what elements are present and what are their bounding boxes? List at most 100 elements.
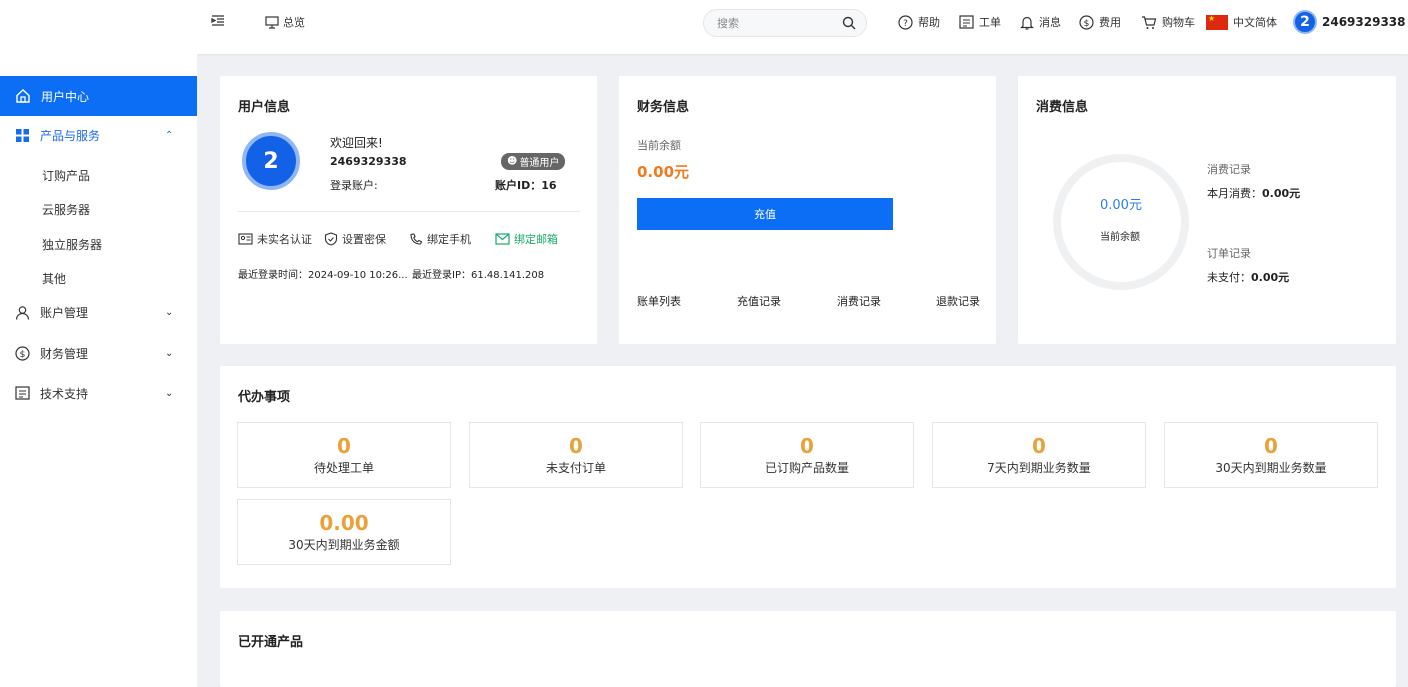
sidebar-subitem-cloud-server[interactable]: 云服务器	[42, 201, 90, 218]
svg-text:$: $	[20, 350, 26, 360]
dollar-icon: $	[15, 345, 30, 361]
login-account-label: 登录账户:	[330, 179, 378, 192]
stat-number: 0	[1032, 433, 1046, 458]
stat-label: 7天内到期业务数量	[987, 460, 1091, 475]
bind-email-link[interactable]: 绑定邮箱	[495, 231, 558, 247]
month-consume-value: 0.00元	[1262, 187, 1301, 200]
recharge-button[interactable]: 充值	[637, 198, 893, 230]
refund-record-link[interactable]: 退款记录	[936, 293, 980, 309]
email-icon	[495, 233, 510, 245]
stat-number: 0	[1264, 433, 1278, 458]
help-icon: ?	[898, 14, 913, 30]
fee-label: 费用	[1099, 16, 1121, 29]
sidebar: 用户中心 产品与服务 ⌃ 订购产品 云服务器 独立服务器 其他 账户管理 ⌄ $…	[0, 54, 197, 687]
sidebar-item-support[interactable]: 技术支持 ⌄	[0, 373, 197, 413]
finance-card: 财务信息 当前余额 0.00元 充值 账单列表 充值记录 消费记录 退款记录	[619, 76, 996, 344]
ring-label: 当前余额	[1100, 232, 1140, 243]
consume-record-title: 消费记录	[1207, 163, 1251, 176]
avatar: 2	[1293, 10, 1317, 34]
security-link[interactable]: 设置密保	[324, 231, 386, 247]
document-icon	[15, 386, 30, 400]
help-link[interactable]: ? 帮助	[898, 14, 940, 30]
sidebar-item-label: 账户管理	[40, 305, 89, 320]
overview-label: 总览	[283, 16, 305, 29]
unpaid: 未支付：0.00元	[1207, 269, 1289, 285]
cart-icon	[1142, 15, 1157, 29]
phone-icon	[410, 233, 423, 245]
search-input[interactable]	[717, 16, 837, 30]
dollar-icon: $	[1079, 14, 1094, 30]
search-box	[703, 9, 867, 37]
sidebar-item-label: 技术支持	[40, 386, 89, 401]
china-flag-icon	[1206, 14, 1228, 30]
stat-unpaid-orders[interactable]: 0 未支付订单	[469, 422, 683, 488]
stat-number: 0	[800, 433, 814, 458]
consume-title: 消费信息	[1036, 100, 1089, 115]
home-icon	[16, 89, 30, 103]
cart-link[interactable]: 购物车	[1141, 14, 1195, 30]
todo-title: 代办事项	[238, 390, 291, 405]
sidebar-item-products[interactable]: 产品与服务 ⌃	[0, 115, 197, 155]
chevron-down-icon: ⌄	[165, 387, 174, 399]
recharge-record-link[interactable]: 充值记录	[737, 293, 781, 309]
header-username: 2469329338	[1322, 15, 1406, 29]
chevron-up-icon: ⌃	[165, 129, 174, 141]
svg-text:?: ?	[903, 19, 908, 29]
unpaid-label: 未支付：	[1207, 271, 1251, 284]
sidebar-subitem-dedicated-server[interactable]: 独立服务器	[42, 236, 102, 253]
chevron-down-icon: ⌄	[165, 306, 174, 318]
user-badge-icon: ☻	[507, 156, 518, 167]
stat-label: 已订购产品数量	[764, 460, 849, 475]
welcome-text: 欢迎回来!	[330, 136, 383, 150]
sidebar-subitem-order-products[interactable]: 订购产品	[42, 167, 90, 184]
consume-record-link[interactable]: 消费记录	[837, 293, 881, 309]
monitor-icon	[265, 15, 279, 29]
message-link[interactable]: 消息	[1020, 14, 1061, 30]
svg-text:$: $	[1084, 19, 1090, 29]
overview-link[interactable]: 总览	[265, 14, 305, 30]
sidebar-item-finance[interactable]: $ 财务管理 ⌄	[0, 333, 197, 373]
bill-list-link[interactable]: 账单列表	[637, 293, 681, 309]
help-label: 帮助	[918, 16, 940, 29]
last-login-ip: 最近登录IP：61.48.141.208	[412, 270, 545, 281]
bind-phone-label: 绑定手机	[427, 233, 471, 246]
sidebar-subitem-other[interactable]: 其他	[42, 270, 66, 287]
balance-ring	[1053, 154, 1189, 290]
divider	[238, 211, 580, 212]
real-name-link[interactable]: 未实名认证	[238, 231, 312, 247]
stat-label: 待处理工单	[313, 460, 374, 475]
stat-pending-tickets[interactable]: 0 待处理工单	[237, 422, 451, 488]
chevron-down-icon: ⌄	[165, 347, 174, 359]
finance-title: 财务信息	[637, 100, 690, 115]
order-record-title: 订单记录	[1207, 247, 1251, 260]
stat-expire-7days[interactable]: 0 7天内到期业务数量	[932, 422, 1146, 488]
real-name-label: 未实名认证	[257, 233, 312, 246]
menu-toggle-icon[interactable]	[211, 14, 225, 28]
bind-phone-link[interactable]: 绑定手机	[409, 231, 471, 247]
cart-label: 购物车	[1162, 16, 1195, 29]
month-consume-label: 本月消费：	[1207, 187, 1262, 200]
user-level-label: 普通用户	[519, 158, 560, 169]
balance-label: 当前余额	[637, 139, 681, 152]
avatar: 2	[242, 132, 300, 190]
ticket-link[interactable]: 工单	[959, 14, 1001, 30]
ring-value: 0.00元	[1100, 198, 1142, 213]
stat-label: 30天内到期业务数量	[1215, 460, 1327, 475]
sidebar-item-user-center[interactable]: 用户中心	[0, 76, 197, 116]
stat-ordered-products[interactable]: 0 已订购产品数量	[700, 422, 914, 488]
language-label: 中文简体	[1233, 16, 1277, 29]
user-menu[interactable]: 2 2469329338 ⌄	[1293, 10, 1408, 34]
stat-expire-amount[interactable]: 0.00 30天内到期业务金额	[237, 499, 451, 565]
fee-link[interactable]: $ 费用	[1079, 14, 1121, 30]
opened-products-title: 已开通产品	[238, 635, 304, 650]
sidebar-item-account[interactable]: 账户管理 ⌄	[0, 292, 197, 332]
user-level-badge: ☻ 普通用户	[501, 153, 566, 170]
search-icon[interactable]	[842, 16, 856, 30]
todo-card: 代办事项 0 待处理工单 0 未支付订单 0 已订购产品数量 0 7天内到期业务…	[220, 366, 1396, 588]
language-selector[interactable]: 中文简体	[1206, 14, 1277, 30]
sidebar-item-label: 产品与服务	[40, 128, 101, 143]
opened-products-card: 已开通产品	[220, 611, 1396, 687]
grid-icon	[16, 128, 29, 142]
stat-expire-30days[interactable]: 0 30天内到期业务数量	[1164, 422, 1378, 488]
id-card-icon	[238, 233, 253, 245]
